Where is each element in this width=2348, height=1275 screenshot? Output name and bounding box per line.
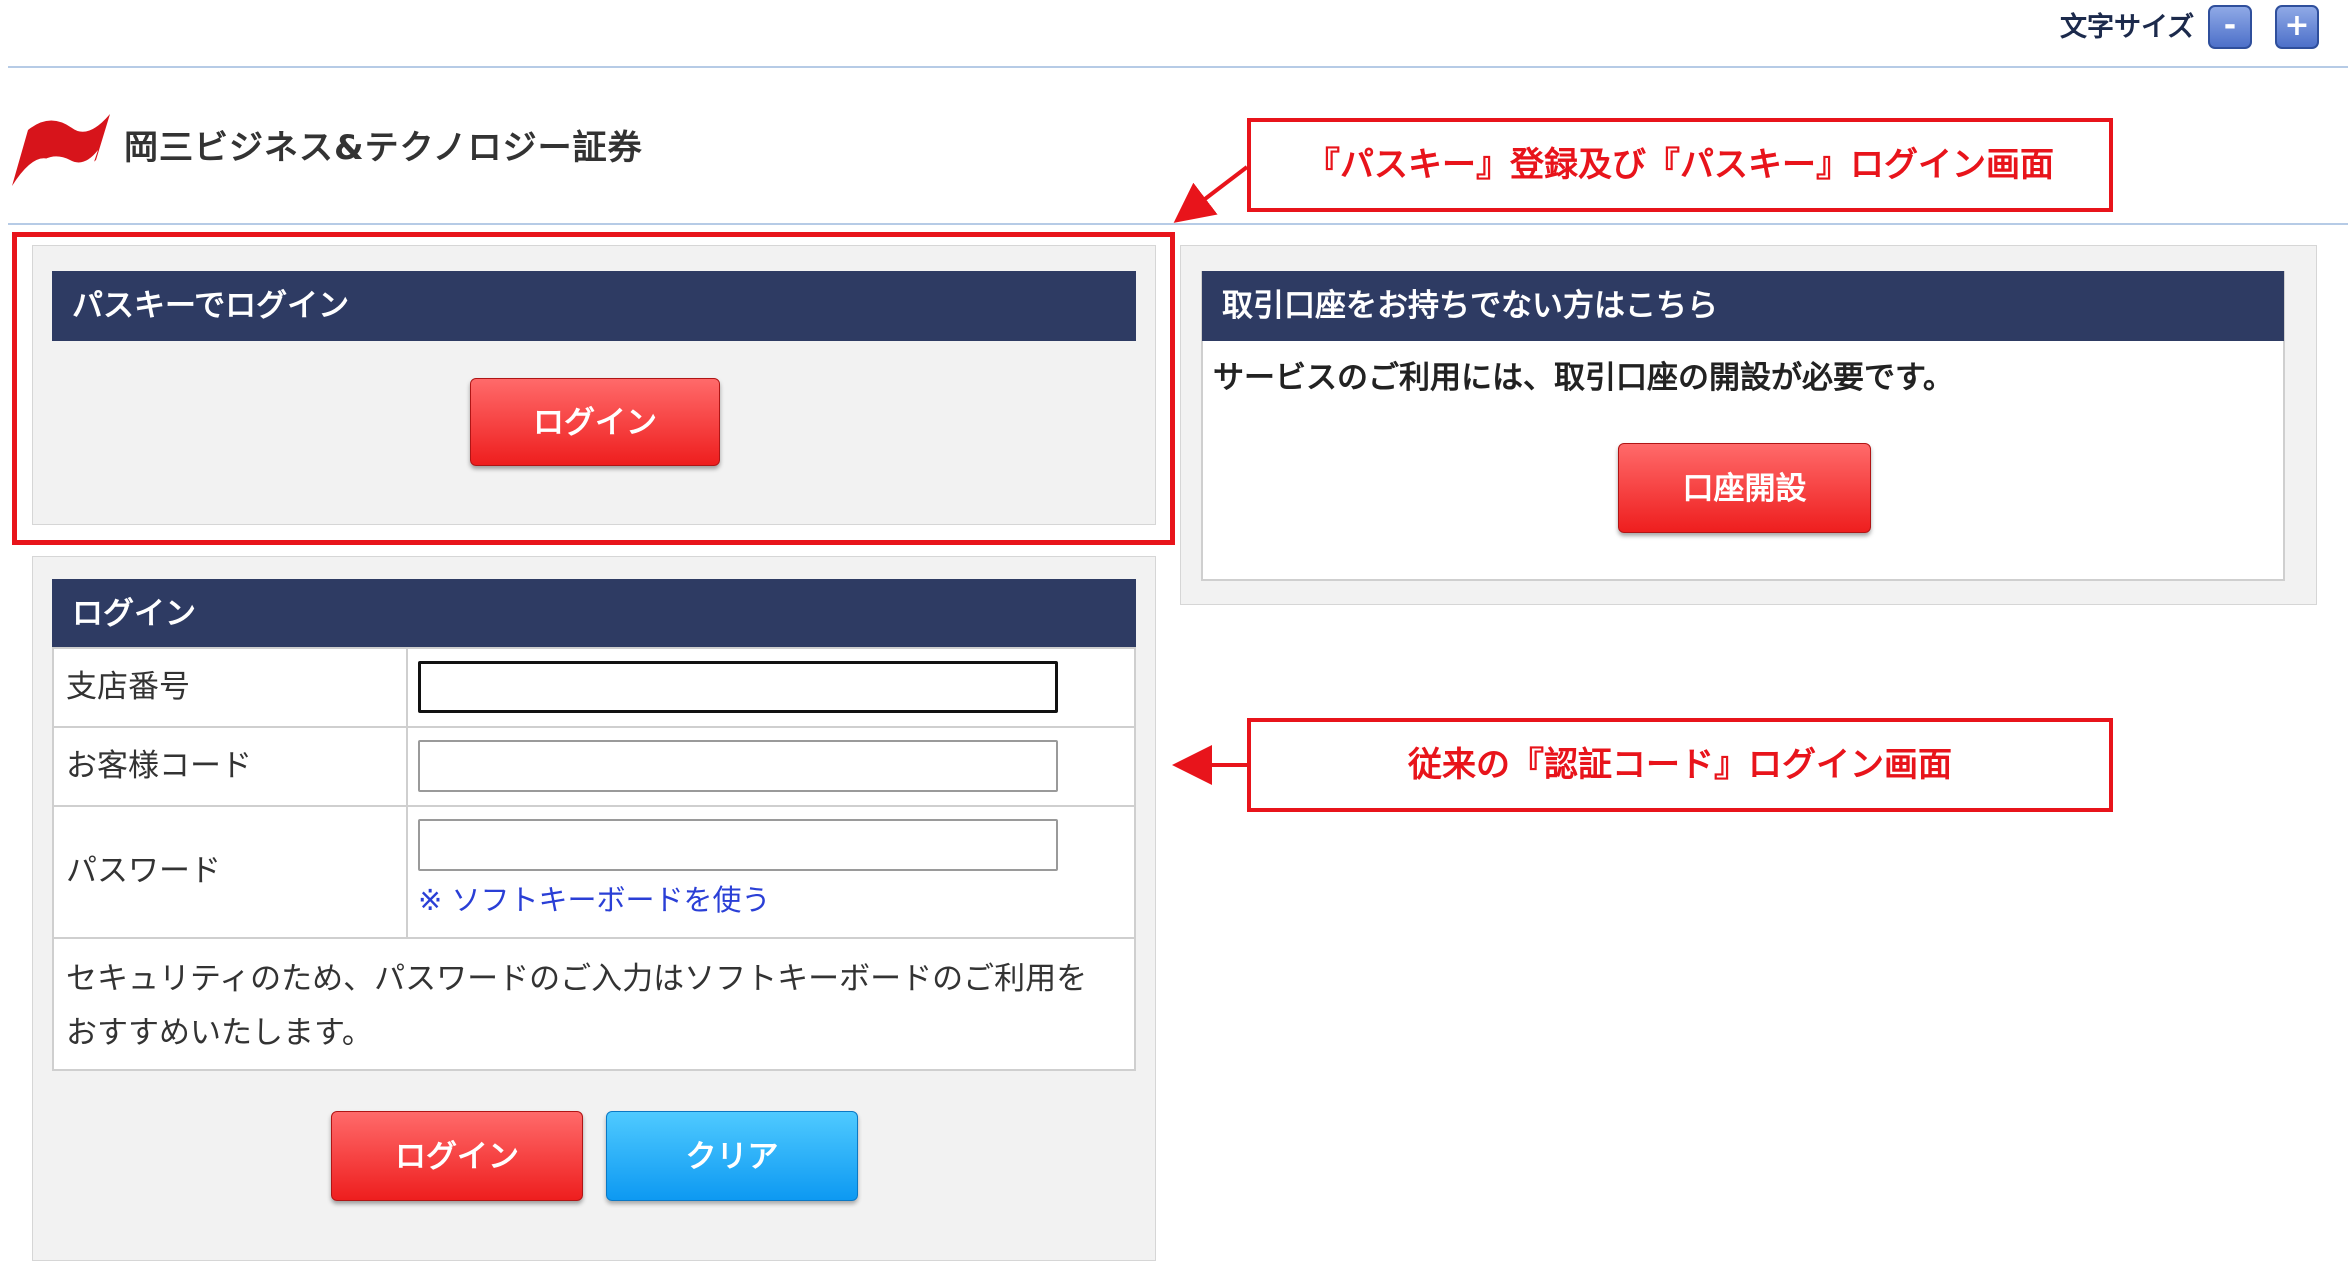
- annotation-arrows: [1172, 165, 1249, 785]
- passkey-arrow-icon: [1173, 165, 1249, 223]
